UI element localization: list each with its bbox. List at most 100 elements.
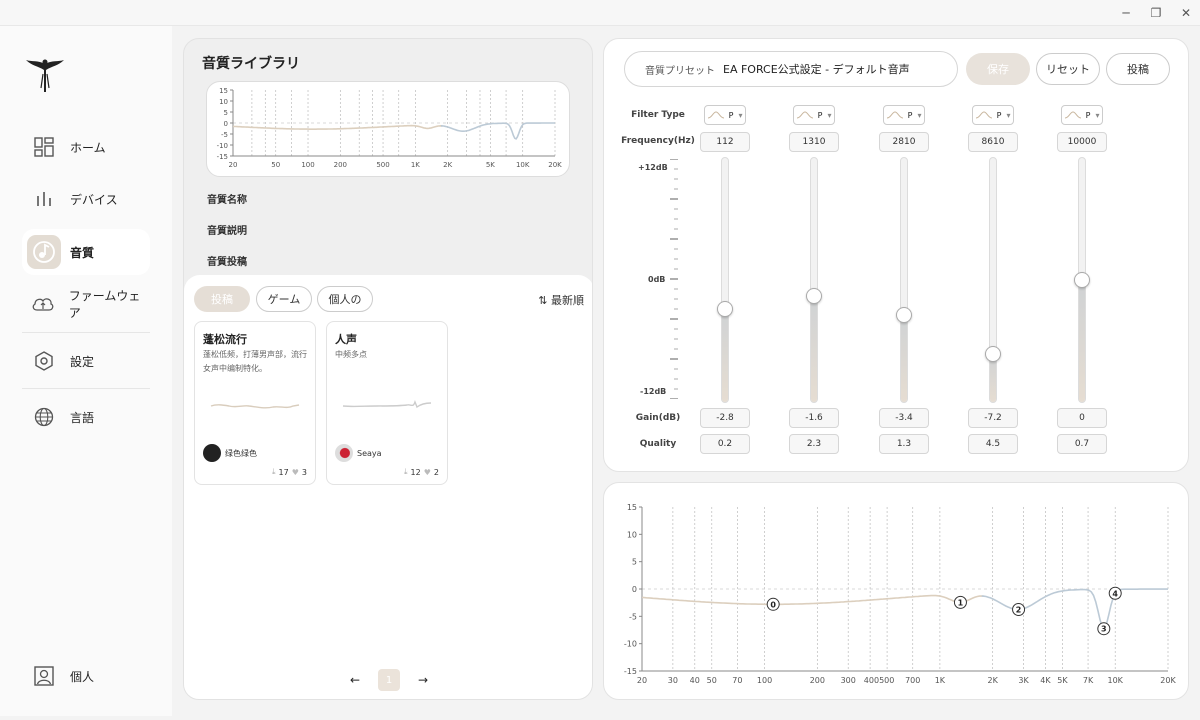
nav-profile[interactable]: 個人 — [22, 653, 150, 699]
y-tick-label: 5 — [224, 109, 228, 117]
gain-slider-fill — [722, 307, 728, 402]
heart-icon[interactable]: ♥ — [292, 468, 299, 477]
mini-eq-chart: 15 10 5 0 -5 -10 -15 20 50 100 200 500 1K 2K 5K 10K 20K — [206, 81, 570, 177]
frequency-input[interactable]: 2810 — [879, 132, 929, 152]
filter-type-select[interactable]: P ▾ — [883, 105, 925, 125]
y-tick-label: -15 — [624, 667, 637, 676]
frequency-input[interactable]: 8610 — [968, 132, 1018, 152]
filter-type-select[interactable]: P ▾ — [972, 105, 1014, 125]
nav-device-label: デバイス — [70, 192, 118, 207]
sort-button[interactable]: ⇅ 最新順 — [538, 292, 584, 308]
reset-button[interactable]: リセット — [1036, 53, 1100, 85]
gain-slider-handle[interactable] — [985, 345, 1001, 362]
tab-post[interactable]: 投稿 — [194, 286, 250, 312]
gain-input[interactable]: -1.6 — [789, 408, 839, 428]
y-tick-label: -5 — [629, 612, 637, 621]
chevron-down-icon: ▾ — [1095, 110, 1100, 120]
preset-card[interactable]: 人声 中频多点 Seaya ⤓ 12 ♥ 2 — [326, 321, 448, 485]
gain-input[interactable]: 0 — [1057, 408, 1107, 428]
x-tick-label: 1K — [411, 161, 420, 169]
nav-home[interactable]: ホーム — [22, 124, 150, 170]
tab-personal[interactable]: 個人の — [317, 286, 373, 312]
gain-input[interactable]: -2.8 — [700, 408, 750, 428]
y-tick-label: 10 — [627, 530, 637, 539]
pagination: ← 1 → — [184, 669, 592, 691]
x-tick-label: 200 — [810, 676, 825, 685]
x-tick-label: 20 — [637, 676, 647, 685]
sidebar: ホーム デバイス 音質 ファームウェア 設定 言語 個人 — [0, 26, 172, 716]
nav-firmware-label: ファームウェア — [68, 289, 141, 320]
card-user-name: 绿色绿色 — [225, 448, 257, 458]
chevron-down-icon: ▾ — [1006, 110, 1011, 120]
save-button[interactable]: 保存 — [966, 53, 1030, 85]
preset-card[interactable]: 蓬松流行 蓬松低频，打薄男声部，流行女声中编制特化。 绿色绿色 ⤓ 17 ♥ 3 — [194, 321, 316, 485]
filter-type-select[interactable]: P ▾ — [1061, 105, 1103, 125]
y-tick-label: -5 — [221, 131, 228, 139]
filter-type-select[interactable]: P ▾ — [704, 105, 746, 125]
card-description: 蓬松低频，打薄男声部，流行女声中编制特化。 — [203, 350, 307, 373]
db-max-label: +12dB — [638, 163, 668, 172]
filter-type-value: P — [817, 110, 823, 120]
minimize-icon[interactable]: ─ — [1110, 0, 1142, 26]
gain-slider-track[interactable] — [721, 157, 729, 403]
quality-input[interactable]: 4.5 — [968, 434, 1018, 454]
quality-input[interactable]: 1.3 — [879, 434, 929, 454]
title-bar: ─ ❐ ✕ — [0, 0, 1200, 26]
next-page-button[interactable]: → — [418, 673, 428, 687]
band-node-label: 2 — [1016, 605, 1022, 614]
x-tick-label: 100 — [301, 161, 314, 169]
mini-eq-chart-svg: 151050-5-10-1520 50 100 200 500 1K 2K 5K 10K 20K — [217, 87, 563, 169]
peak-filter-icon — [1064, 111, 1081, 119]
nav-sound[interactable]: 音質 — [22, 229, 150, 275]
gain-slider-handle[interactable] — [1074, 272, 1090, 288]
preset-selector[interactable]: 音質プリセット EA FORCE公式設定 - デフォルト音声 — [624, 51, 958, 87]
nav-device[interactable]: デバイス — [22, 176, 150, 222]
tab-game[interactable]: ゲーム — [256, 286, 312, 312]
download-icon: ⤓ — [404, 467, 408, 476]
hexagon-icon — [22, 350, 66, 372]
quality-input[interactable]: 0.2 — [700, 434, 750, 454]
gain-slider-track[interactable] — [810, 157, 818, 403]
x-tick-label: 200 — [334, 161, 347, 169]
filter-type-select[interactable]: P ▾ — [793, 105, 835, 125]
quality-input[interactable]: 0.7 — [1057, 434, 1107, 454]
gain-input[interactable]: -7.2 — [968, 408, 1018, 428]
field-sound-description: 音質説明 — [207, 226, 247, 237]
card-curve-icon — [210, 404, 300, 409]
gain-slider-track[interactable] — [900, 157, 908, 403]
db-zero-label: 0dB — [648, 275, 666, 284]
gain-slider-handle[interactable] — [717, 300, 733, 317]
close-icon[interactable]: ✕ — [1170, 0, 1200, 26]
nav-settings[interactable]: 設定 — [22, 338, 150, 384]
x-tick-label: 2K — [443, 161, 452, 169]
nav-sound-label: 音質 — [70, 245, 95, 260]
y-tick-label: -10 — [624, 640, 637, 649]
chevron-down-icon: ▾ — [738, 110, 743, 120]
frequency-input[interactable]: 10000 — [1057, 132, 1107, 152]
like-count: 2 — [433, 467, 439, 477]
x-tick-label: 700 — [905, 676, 920, 685]
quality-input[interactable]: 2.3 — [789, 434, 839, 454]
page-number[interactable]: 1 — [378, 669, 400, 691]
restore-icon[interactable]: ❐ — [1140, 0, 1172, 26]
card-title: 人声 — [335, 333, 357, 346]
nav-language[interactable]: 言語 — [22, 394, 150, 440]
gain-slider-handle[interactable] — [806, 288, 822, 305]
gain-slider-handle[interactable] — [896, 306, 912, 323]
filter-type-value: P — [907, 110, 913, 120]
frequency-input[interactable]: 112 — [700, 132, 750, 152]
brand-logo-icon — [26, 59, 64, 92]
library-list: 投稿 ゲーム 個人の ⇅ 最新順 蓬松流行 蓬松低频，打薄男声部，流行女声中编制… — [184, 275, 592, 699]
band-node-label: 4 — [1112, 589, 1118, 598]
nav-firmware[interactable]: ファームウェア — [22, 281, 150, 327]
x-tick-label: 50 — [707, 676, 717, 685]
heart-icon[interactable]: ♥ — [424, 468, 431, 477]
prev-page-button[interactable]: ← — [350, 673, 360, 687]
post-button[interactable]: 投稿 — [1106, 53, 1170, 85]
x-tick-label: 20 — [229, 161, 238, 169]
y-tick-label: 15 — [219, 87, 228, 95]
frequency-input[interactable]: 1310 — [789, 132, 839, 152]
gain-slider-track[interactable] — [989, 157, 997, 403]
band-node-label: 3 — [1101, 625, 1107, 634]
gain-input[interactable]: -3.4 — [879, 408, 929, 428]
